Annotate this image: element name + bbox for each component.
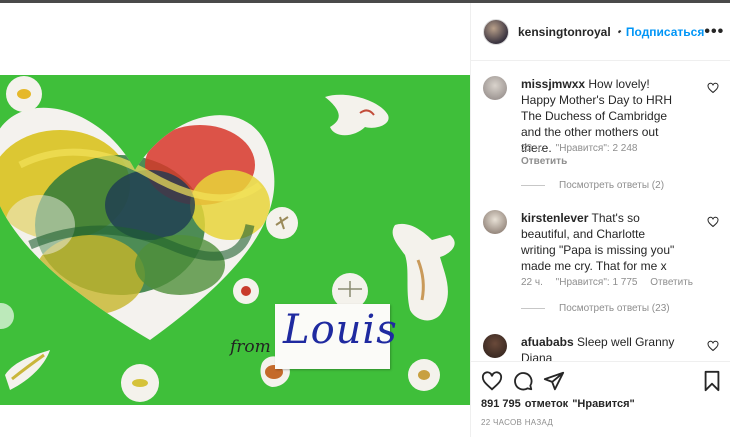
like-comment-heart-icon[interactable] bbox=[707, 82, 719, 94]
commenter-username[interactable]: missjmwxx bbox=[521, 77, 585, 91]
post-side-panel: kensingtonroyal • Подписаться ••• missjm… bbox=[470, 3, 730, 437]
commenter-avatar[interactable] bbox=[483, 334, 507, 358]
comment-likes[interactable]: "Нравится": 2 248 bbox=[556, 143, 638, 154]
likes-word: отметок bbox=[524, 398, 569, 410]
artwork-name-text: Louis bbox=[283, 307, 398, 353]
like-comment-heart-icon[interactable] bbox=[707, 340, 719, 352]
view-replies-text[interactable]: Посмотреть ответы (23) bbox=[559, 303, 670, 314]
comment-time[interactable]: 22 ч. bbox=[521, 143, 543, 154]
commenter-username[interactable]: afuababs bbox=[521, 335, 574, 349]
post-header: kensingtonroyal • Подписаться ••• bbox=[471, 3, 730, 61]
comment-time[interactable]: 22 ч. bbox=[521, 277, 543, 288]
view-replies-link[interactable]: Посмотреть ответы (2) bbox=[521, 180, 664, 191]
comment-bubble-icon[interactable] bbox=[512, 370, 534, 392]
view-replies-link[interactable]: Посмотреть ответы (23) bbox=[521, 303, 670, 314]
post-actions: 891 795 отметок "Нравится" 22 ЧАСОВ НАЗАД bbox=[471, 361, 730, 437]
replies-line bbox=[521, 185, 545, 186]
share-paper-plane-icon[interactable] bbox=[543, 370, 565, 392]
commenter-avatar[interactable] bbox=[483, 76, 507, 100]
view-replies-text[interactable]: Посмотреть ответы (2) bbox=[559, 180, 664, 191]
like-heart-icon[interactable] bbox=[481, 370, 503, 392]
comment-body: afuababs Sleep well Granny Diana bbox=[521, 334, 681, 361]
comment-likes[interactable]: "Нравится": 1 775 bbox=[556, 277, 638, 288]
reply-button[interactable]: Ответить bbox=[521, 156, 567, 167]
comment-body: kirstenlever That's so beautiful, and Ch… bbox=[521, 210, 681, 274]
post-image[interactable]: from Louis bbox=[0, 75, 470, 405]
comment-item: afuababs Sleep well Granny Diana bbox=[483, 334, 723, 361]
likes-suffix: "Нравится" bbox=[572, 398, 635, 410]
comment-item: kirstenlever That's so beautiful, and Ch… bbox=[483, 210, 723, 320]
comment-item: missjmwxx How lovely! Happy Mother's Day… bbox=[483, 76, 723, 196]
likes-count[interactable]: 891 795 отметок "Нравится" bbox=[481, 398, 639, 410]
artwork-from-text: from bbox=[230, 337, 271, 357]
likes-number: 891 795 bbox=[481, 398, 521, 410]
reply-button[interactable]: Ответить bbox=[650, 277, 693, 288]
replies-line bbox=[521, 308, 545, 309]
comment-reply-row: Ответить bbox=[521, 156, 577, 167]
artwork-name-card: Louis bbox=[275, 304, 397, 369]
save-bookmark-icon[interactable] bbox=[701, 370, 723, 392]
account-avatar[interactable] bbox=[483, 18, 509, 45]
commenter-username[interactable]: kirstenlever bbox=[521, 211, 588, 225]
comment-meta: 22 ч. "Нравится": 2 248 bbox=[521, 143, 647, 154]
follow-button[interactable]: Подписаться bbox=[626, 25, 704, 39]
post-timestamp[interactable]: 22 ЧАСОВ НАЗАД bbox=[481, 418, 553, 427]
more-options-icon[interactable]: ••• bbox=[704, 23, 724, 41]
comments-list[interactable]: missjmwxx How lovely! Happy Mother's Day… bbox=[471, 62, 730, 361]
comment-meta: 22 ч. "Нравится": 1 775 Ответить bbox=[521, 277, 703, 288]
account-username[interactable]: kensingtonroyal bbox=[518, 25, 611, 39]
like-comment-heart-icon[interactable] bbox=[707, 216, 719, 228]
commenter-avatar[interactable] bbox=[483, 210, 507, 234]
